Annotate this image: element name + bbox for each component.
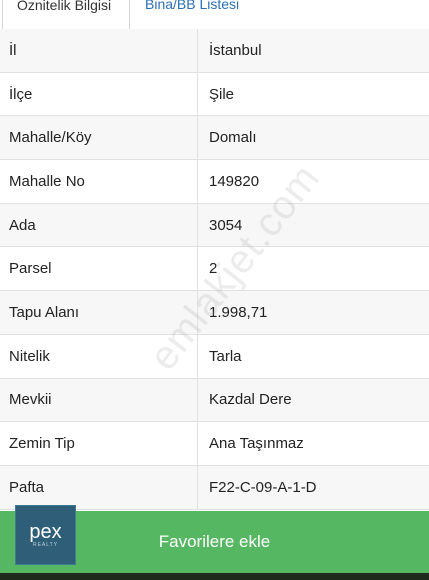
row-label-ada: Ada — [0, 203, 198, 247]
table-row: Pafta F22-C-09-A-1-D — [0, 465, 429, 510]
table-row: Mahalle No 149820 — [0, 160, 429, 204]
table-row: Tapu Alanı 1.998,71 — [0, 291, 429, 335]
row-value-mevkii: Kazdal Dere — [209, 391, 292, 409]
tab-oznitelik-bilgisi[interactable]: Öznitelik Bilgisi — [2, 0, 130, 30]
row-label-nitelik: Nitelik — [0, 334, 198, 378]
table-row: Nitelik Tarla — [0, 334, 429, 379]
bottom-image-strip — [0, 573, 429, 580]
row-label-mahalle-no: Mahalle No — [0, 160, 198, 203]
table-row: Mahalle/Köy Domalı — [0, 116, 429, 161]
row-label-zemin-tip: Zemin Tip — [0, 422, 198, 465]
table-row: Parsel 2 — [0, 247, 429, 292]
table-row: İl İstanbul — [0, 29, 429, 73]
row-value-pafta: F22-C-09-A-1-D — [209, 478, 317, 496]
table-row: Mevkii Kazdal Dere — [0, 378, 429, 423]
row-value-nitelik: Tarla — [209, 347, 242, 365]
row-value-ilce: Şile — [209, 85, 235, 103]
table-row: Zemin Tip Ana Taşınmaz — [0, 422, 429, 466]
row-label-mevkii: Mevkii — [0, 378, 198, 422]
logo-text: pex — [29, 520, 62, 543]
row-label-pafta: Pafta — [0, 465, 198, 509]
row-value-mahalle-no: 149820 — [209, 172, 260, 190]
row-value-il: İstanbul — [209, 41, 262, 59]
row-label-mahalle-koy: Mahalle/Köy — [0, 116, 198, 160]
pex-realty-logo: pex REALTY — [15, 505, 76, 565]
table-row: Ada 3054 — [0, 203, 429, 248]
row-label-tapu-alani: Tapu Alanı — [0, 291, 198, 334]
row-label-ilce: İlçe — [0, 72, 198, 116]
attribute-table: İl İstanbul İlçe Şile Mahalle/Köy Domalı… — [0, 29, 429, 510]
row-value-ada: 3054 — [209, 216, 243, 234]
tab-bar: Öznitelik Bilgisi Bina/BB Listesi — [0, 0, 429, 30]
table-row: İlçe Şile — [0, 72, 429, 117]
row-value-mahalle-koy: Domalı — [209, 129, 257, 147]
tab-bina-bb-listesi[interactable]: Bina/BB Listesi — [131, 0, 253, 28]
row-value-zemin-tip: Ana Taşınmaz — [209, 435, 304, 453]
row-label-il: İl — [0, 29, 198, 72]
row-value-tapu-alani: 1.998,71 — [209, 303, 268, 321]
row-value-parsel: 2 — [209, 260, 218, 278]
logo-subtext: REALTY — [32, 541, 59, 548]
row-label-parsel: Parsel — [0, 247, 198, 291]
add-to-favorites-label: Favorilere ekle — [158, 532, 271, 551]
